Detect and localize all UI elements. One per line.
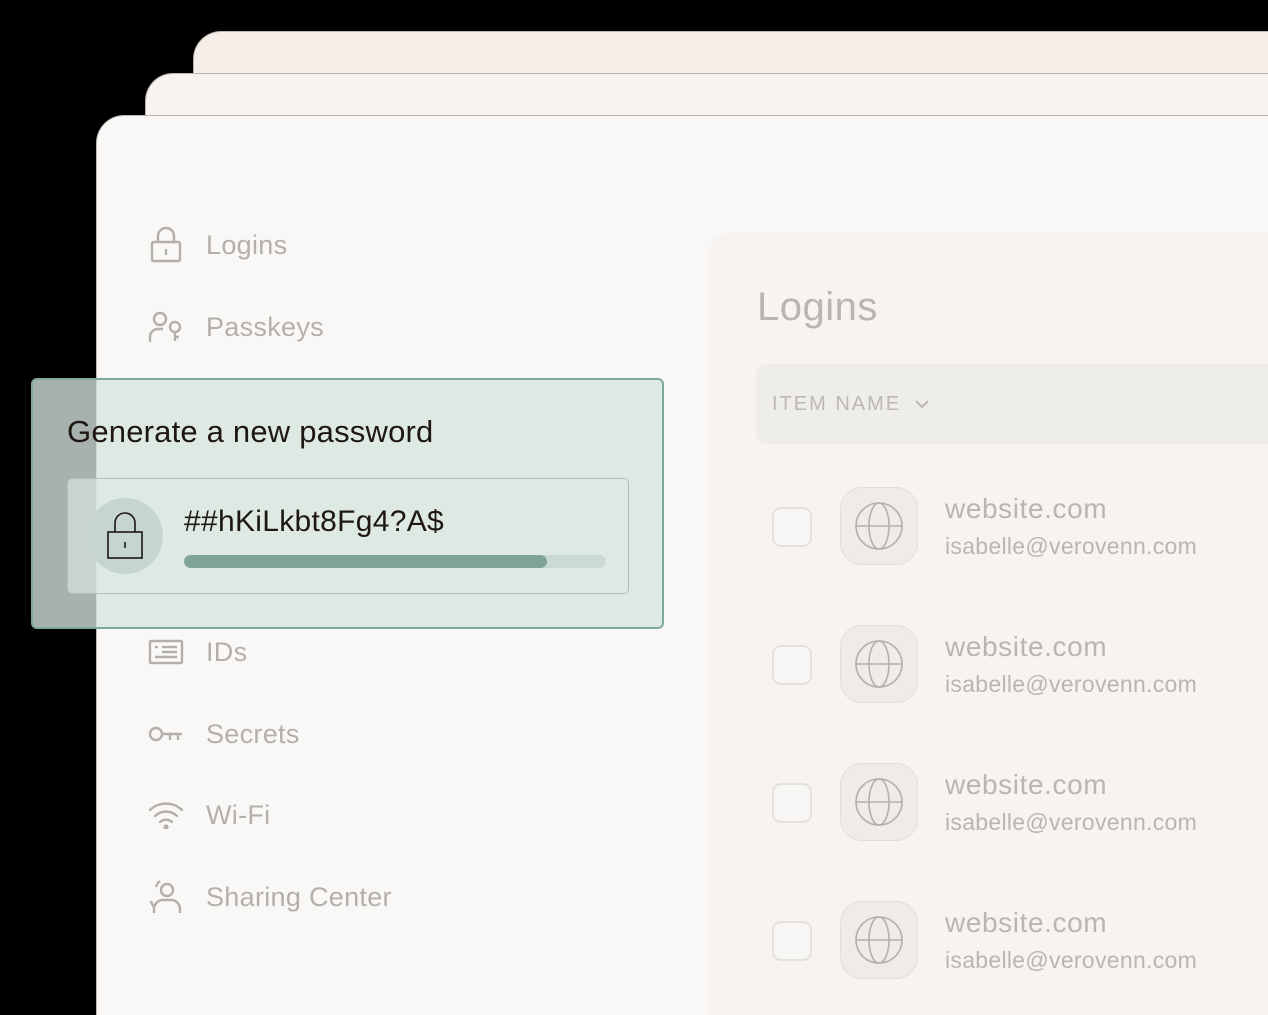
globe-icon bbox=[840, 487, 918, 565]
sidebar-item-label: Passkeys bbox=[206, 311, 324, 342]
sidebar-item-secrets[interactable]: Secrets bbox=[147, 712, 300, 756]
lock-icon bbox=[147, 226, 185, 264]
generator-title: Generate a new password bbox=[67, 414, 434, 449]
list-item[interactable]: website.com isabelle@verovenn.com bbox=[770, 487, 1268, 571]
row-site: website.com bbox=[945, 907, 1108, 938]
column-header-label: ITEM NAME bbox=[772, 392, 902, 415]
row-email: isabelle@verovenn.com bbox=[945, 947, 1198, 973]
logins-panel: Logins ITEM NAME website.com isabelle@ve… bbox=[707, 233, 1268, 1015]
key-icon bbox=[147, 715, 185, 753]
row-email: isabelle@verovenn.com bbox=[945, 533, 1198, 559]
password-strength-fill bbox=[184, 555, 547, 568]
sidebar-item-passkeys[interactable]: Passkeys bbox=[147, 305, 324, 349]
globe-icon bbox=[840, 763, 918, 841]
sharing-person-icon bbox=[147, 878, 185, 916]
lock-icon bbox=[87, 498, 163, 574]
panel-title: Logins bbox=[757, 285, 878, 329]
row-checkbox[interactable] bbox=[772, 507, 812, 547]
list-item[interactable]: website.com isabelle@verovenn.com bbox=[770, 763, 1268, 847]
sidebar-item-label: Wi-Fi bbox=[206, 799, 271, 830]
chevron-down-icon bbox=[915, 400, 929, 409]
sidebar-item-label: Secrets bbox=[206, 718, 300, 749]
wifi-icon bbox=[147, 796, 185, 834]
globe-icon bbox=[840, 901, 918, 979]
sidebar-item-logins[interactable]: Logins bbox=[147, 223, 287, 267]
row-site: website.com bbox=[945, 631, 1108, 662]
sidebar-item-label: IDs bbox=[206, 636, 248, 667]
globe-icon bbox=[840, 625, 918, 703]
password-strength-bar bbox=[184, 555, 606, 568]
sidebar-item-label: Logins bbox=[206, 229, 288, 260]
list-item[interactable]: website.com isabelle@verovenn.com bbox=[770, 625, 1268, 709]
row-checkbox[interactable] bbox=[772, 921, 812, 961]
sidebar-item-wifi[interactable]: Wi-Fi bbox=[147, 793, 270, 837]
row-email: isabelle@verovenn.com bbox=[945, 671, 1198, 697]
item-name-sort-header[interactable]: ITEM NAME bbox=[756, 364, 1268, 444]
list-item[interactable]: website.com isabelle@verovenn.com bbox=[770, 901, 1268, 985]
row-checkbox[interactable] bbox=[772, 783, 812, 823]
id-card-icon bbox=[147, 633, 185, 671]
passkey-person-icon bbox=[147, 308, 185, 346]
sidebar-item-label: Sharing Center bbox=[206, 881, 392, 912]
sidebar-item-ids[interactable]: IDs bbox=[147, 630, 247, 674]
row-checkbox[interactable] bbox=[772, 645, 812, 685]
row-site: website.com bbox=[945, 493, 1108, 524]
generated-password: ##hKiLkbt8Fg4?A$ bbox=[184, 505, 444, 538]
row-email: isabelle@verovenn.com bbox=[945, 809, 1198, 835]
row-site: website.com bbox=[945, 769, 1108, 800]
generated-password-box[interactable]: ##hKiLkbt8Fg4?A$ bbox=[67, 478, 629, 594]
sidebar-item-sharing-center[interactable]: Sharing Center bbox=[147, 875, 392, 919]
password-generator-card: Generate a new password ##hKiLkbt8Fg4?A$ bbox=[31, 378, 664, 629]
